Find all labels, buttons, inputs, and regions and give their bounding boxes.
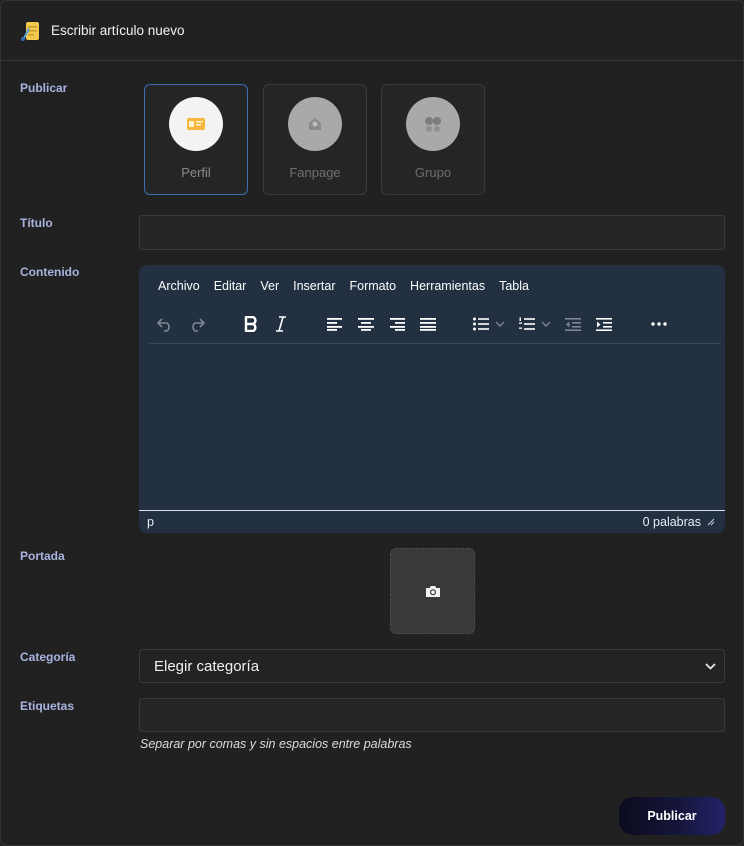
- bold-icon[interactable]: [239, 313, 263, 335]
- publish-button[interactable]: Publicar: [619, 797, 725, 835]
- editor-statusbar: p 0 palabras: [139, 511, 725, 533]
- chevron-down-icon: [705, 662, 716, 670]
- title-input[interactable]: [139, 215, 725, 250]
- content-label: Contenido: [20, 265, 80, 279]
- italic-icon[interactable]: [269, 313, 293, 335]
- fanpage-icon: [288, 97, 342, 151]
- category-label: Categoría: [20, 650, 76, 664]
- category-select[interactable]: Elegir categoría: [139, 649, 725, 683]
- menu-ver[interactable]: Ver: [253, 279, 286, 293]
- publish-label: Publicar: [20, 81, 68, 95]
- publish-option-label: Fanpage: [289, 165, 341, 180]
- menu-archivo[interactable]: Archivo: [151, 279, 207, 293]
- menu-insertar[interactable]: Insertar: [286, 279, 342, 293]
- publish-option-perfil[interactable]: Perfil: [144, 84, 248, 195]
- menu-herramientas[interactable]: Herramientas: [403, 279, 492, 293]
- resize-handle-icon[interactable]: [707, 518, 715, 526]
- article-form-panel: Escribir artículo nuevo Publicar Perfil …: [0, 0, 744, 846]
- id-card-icon: [169, 97, 223, 151]
- title-label: Título: [20, 216, 53, 230]
- editor-toolbar: [153, 313, 713, 335]
- quill-document-icon: [21, 21, 39, 41]
- chevron-down-icon[interactable]: [493, 313, 507, 335]
- page-title: Escribir artículo nuevo: [51, 23, 185, 38]
- cover-upload[interactable]: [390, 548, 475, 634]
- indent-icon[interactable]: [592, 313, 616, 335]
- word-count[interactable]: 0 palabras: [643, 515, 701, 529]
- numbered-list-icon[interactable]: [515, 313, 539, 335]
- group-icon: [406, 97, 460, 151]
- publish-option-fanpage[interactable]: Fanpage: [263, 84, 367, 195]
- redo-icon[interactable]: [185, 313, 209, 335]
- panel-header: Escribir artículo nuevo: [1, 1, 743, 61]
- tags-label: Etiquetas: [20, 699, 75, 713]
- editor-menubar: Archivo Editar Ver Insertar Formato Herr…: [151, 279, 536, 293]
- cover-label: Portada: [20, 549, 65, 563]
- more-icon[interactable]: [647, 313, 671, 335]
- undo-icon[interactable]: [153, 313, 177, 335]
- element-path[interactable]: p: [147, 515, 154, 529]
- rich-text-editor: Archivo Editar Ver Insertar Formato Herr…: [139, 265, 725, 533]
- align-center-icon[interactable]: [354, 313, 378, 335]
- tags-input[interactable]: [139, 698, 725, 732]
- editor-content-area[interactable]: [139, 345, 725, 510]
- chevron-down-icon[interactable]: [539, 313, 553, 335]
- camera-icon: [425, 585, 440, 597]
- publish-option-grupo[interactable]: Grupo: [381, 84, 485, 195]
- menu-editar[interactable]: Editar: [207, 279, 254, 293]
- publish-option-label: Grupo: [414, 165, 452, 180]
- publish-option-label: Perfil: [181, 165, 211, 180]
- bullet-list-icon[interactable]: [469, 313, 493, 335]
- tags-hint: Separar por comas y sin espacios entre p…: [140, 737, 412, 751]
- category-selected-value: Elegir categoría: [154, 657, 260, 675]
- align-left-icon[interactable]: [323, 313, 347, 335]
- align-justify-icon[interactable]: [416, 313, 440, 335]
- menu-tabla[interactable]: Tabla: [492, 279, 536, 293]
- toolbar-divider: [149, 343, 721, 344]
- outdent-icon[interactable]: [561, 313, 585, 335]
- align-right-icon[interactable]: [385, 313, 409, 335]
- menu-formato[interactable]: Formato: [343, 279, 404, 293]
